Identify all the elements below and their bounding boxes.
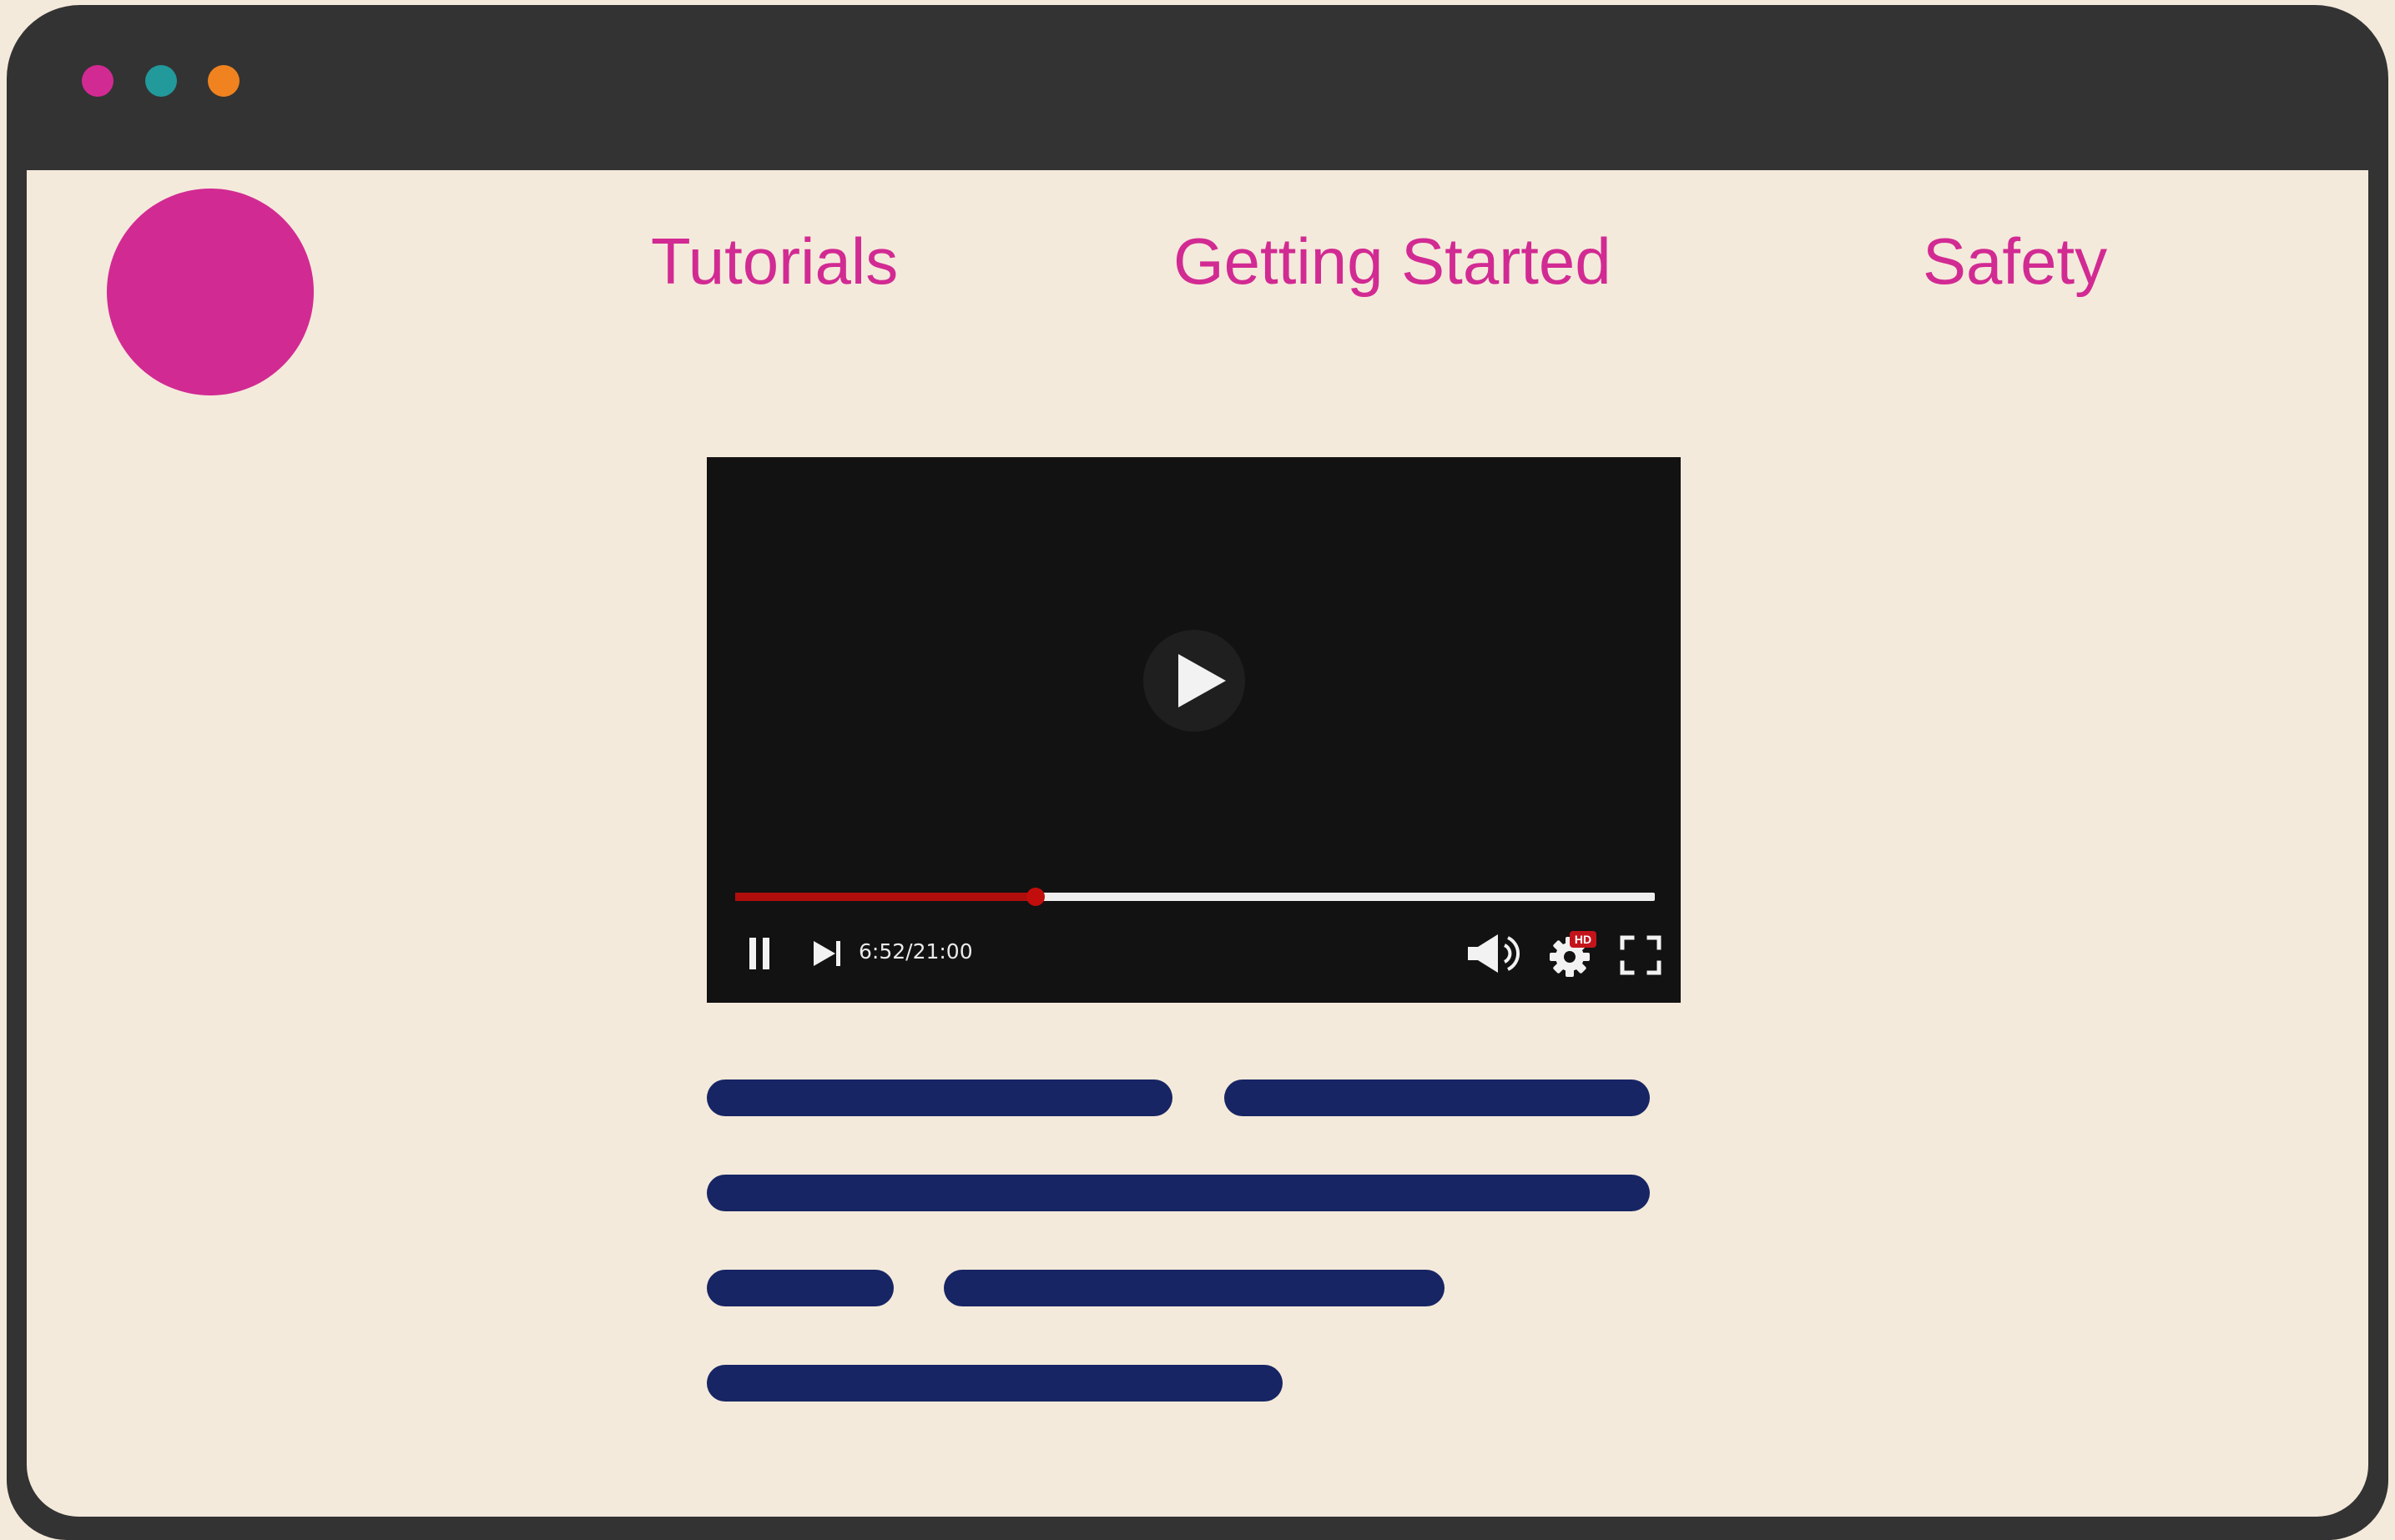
play-icon	[1178, 654, 1226, 707]
fullscreen-icon	[1620, 935, 1661, 975]
big-play-button[interactable]	[1143, 630, 1245, 732]
progress-bar[interactable]	[735, 888, 1655, 906]
title-bar	[7, 5, 2388, 170]
browser-window: Tutorials Getting Started Safety 6:52/21…	[7, 5, 2388, 1540]
video-player[interactable]: 6:52/21:00 HD	[707, 457, 1681, 1003]
fullscreen-button[interactable]	[1619, 934, 1662, 976]
text-line	[707, 1270, 894, 1306]
skip-next-button[interactable]	[812, 938, 845, 969]
time-display: 6:52/21:00	[859, 939, 973, 964]
text-line	[944, 1270, 1445, 1306]
hd-quality-badge: HD	[1570, 931, 1596, 948]
text-line	[707, 1080, 1172, 1116]
site-logo[interactable]	[107, 189, 314, 395]
pause-icon	[749, 938, 769, 969]
text-line	[707, 1365, 1283, 1402]
nav-link-safety[interactable]: Safety	[1923, 224, 2107, 299]
window-close-dot[interactable]	[82, 65, 113, 97]
progress-scrubber-handle[interactable]	[1026, 888, 1046, 906]
window-minimize-dot[interactable]	[145, 65, 177, 97]
volume-icon	[1468, 934, 1520, 973]
pause-button[interactable]	[744, 934, 778, 973]
text-line	[1224, 1080, 1650, 1116]
volume-button[interactable]	[1466, 933, 1533, 974]
nav-link-tutorials[interactable]: Tutorials	[651, 224, 898, 299]
settings-button[interactable]: HD	[1550, 931, 1596, 978]
nav-link-getting-started[interactable]: Getting Started	[1173, 224, 1611, 299]
window-maximize-dot[interactable]	[208, 65, 240, 97]
progress-played	[735, 893, 1036, 901]
skip-next-icon	[814, 941, 840, 966]
page-content: Tutorials Getting Started Safety 6:52/21…	[27, 170, 2368, 1517]
text-line	[707, 1175, 1650, 1211]
